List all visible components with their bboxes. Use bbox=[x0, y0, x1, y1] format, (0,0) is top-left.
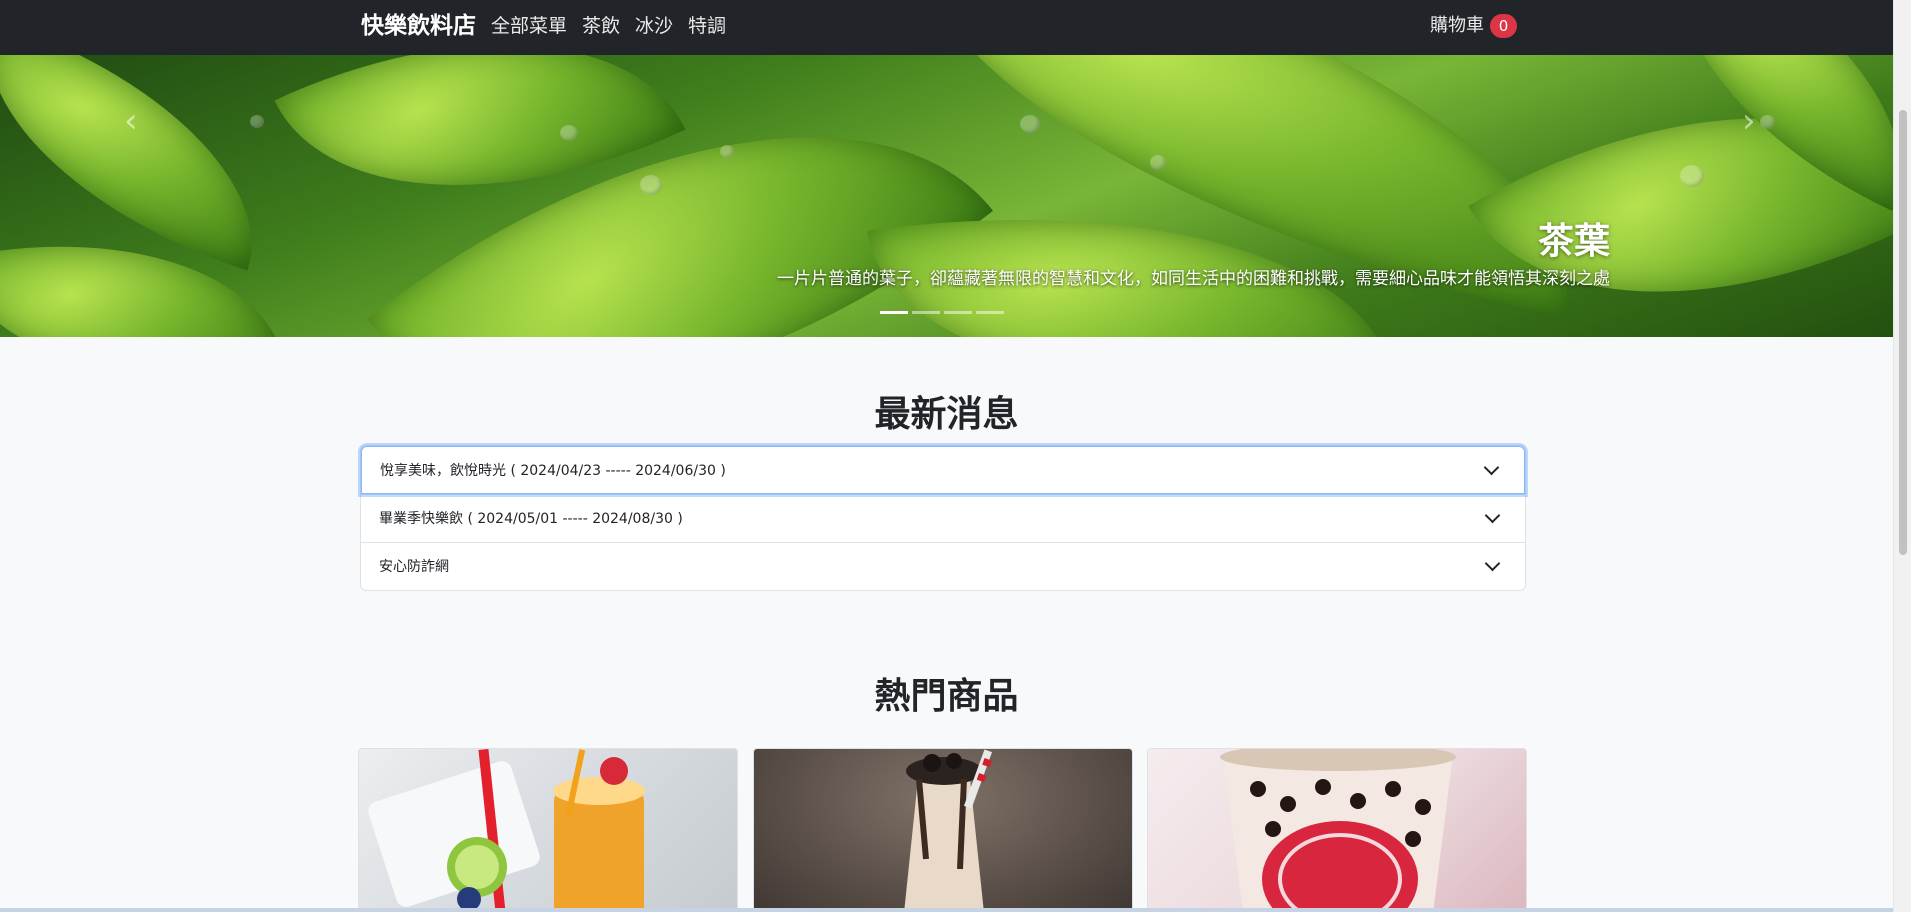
water-drop bbox=[640, 175, 662, 195]
nav-links: 全部菜單 茶飲 冰沙 特調 bbox=[491, 13, 726, 39]
nav-link-special[interactable]: 特調 bbox=[688, 13, 726, 39]
carousel-indicator[interactable] bbox=[880, 311, 908, 314]
carousel-caption: 茶葉 一片片普通的葉子，卻蘊藏著無限的智慧和文化，如同生活中的困難和挑戰，需要細… bbox=[777, 220, 1610, 292]
accordion-item-anti-fraud[interactable]: 安心防詐網 bbox=[361, 542, 1525, 590]
nav-link-tea[interactable]: 茶飲 bbox=[582, 13, 620, 39]
water-drop bbox=[1150, 155, 1166, 170]
water-drop bbox=[720, 145, 734, 158]
tea-leaf-image bbox=[0, 55, 297, 271]
carousel-indicators bbox=[880, 311, 1004, 314]
carousel-indicator[interactable] bbox=[912, 311, 940, 314]
carousel-title: 茶葉 bbox=[1537, 221, 1610, 262]
accordion-item-promo[interactable]: 悅享美味，飲悅時光 ( 2024/04/23 ----- 2024/06/30 … bbox=[361, 446, 1525, 494]
scrollbar-thumb[interactable] bbox=[1899, 110, 1907, 555]
water-drop bbox=[1680, 165, 1704, 187]
water-drop bbox=[1020, 115, 1040, 133]
hero-carousel: ‹ › 茶葉 一片片普通的葉子，卻蘊藏著無限的智慧和文化，如同生活中的困難和挑戰… bbox=[0, 55, 1893, 337]
bubble-tea-image bbox=[1220, 749, 1456, 912]
water-drop bbox=[1760, 115, 1775, 129]
news-accordion: 悅享美味，飲悅時光 ( 2024/04/23 ----- 2024/06/30 … bbox=[360, 445, 1526, 591]
chevron-down-icon bbox=[1484, 507, 1501, 524]
accordion-item-graduation[interactable]: 畢業季快樂飲 ( 2024/05/01 ----- 2024/08/30 ) bbox=[361, 494, 1525, 542]
navbar: 快樂飲料店 全部菜單 茶飲 冰沙 特調 購物車 0 bbox=[0, 0, 1893, 55]
vertical-scrollbar[interactable] bbox=[1893, 0, 1911, 912]
product-card-mango-smoothie[interactable] bbox=[358, 748, 738, 912]
oreo-milkshake-image bbox=[904, 749, 993, 912]
cart-count-badge: 0 bbox=[1490, 14, 1517, 38]
chevron-down-icon bbox=[1483, 459, 1500, 476]
news-heading: 最新消息 bbox=[874, 394, 1019, 435]
carousel-next-icon[interactable]: › bbox=[1742, 104, 1756, 138]
accordion-item-label: 畢業季快樂飲 ( 2024/05/01 ----- 2024/08/30 ) bbox=[379, 511, 683, 527]
mango-smoothie-image bbox=[368, 749, 645, 912]
carousel-indicator[interactable] bbox=[976, 311, 1004, 314]
nav-link-smoothie[interactable]: 冰沙 bbox=[635, 13, 673, 39]
water-drop bbox=[560, 125, 578, 141]
accordion-item-label: 安心防詐網 bbox=[379, 559, 449, 575]
brand-logo[interactable]: 快樂飲料店 bbox=[361, 12, 476, 40]
product-card-oreo-milkshake[interactable] bbox=[753, 748, 1133, 912]
carousel-text: 一片片普通的葉子，卻蘊藏著無限的智慧和文化，如同生活中的困難和挑戰，需要細心品味… bbox=[777, 269, 1610, 289]
carousel-prev-icon[interactable]: ‹ bbox=[124, 104, 138, 138]
chevron-down-icon bbox=[1484, 555, 1501, 572]
accordion-item-label: 悅享美味，飲悅時光 ( 2024/04/23 ----- 2024/06/30 … bbox=[380, 463, 726, 479]
water-drop bbox=[250, 115, 264, 128]
products-heading: 熱門商品 bbox=[874, 676, 1019, 717]
nav-link-all-menu[interactable]: 全部菜單 bbox=[491, 13, 567, 39]
product-card-bubble-tea[interactable] bbox=[1147, 748, 1527, 912]
carousel-indicator[interactable] bbox=[944, 311, 972, 314]
cart-label: 購物車 bbox=[1430, 15, 1484, 36]
cart-button[interactable]: 購物車 0 bbox=[1430, 14, 1517, 38]
bottom-strip bbox=[0, 908, 1893, 912]
